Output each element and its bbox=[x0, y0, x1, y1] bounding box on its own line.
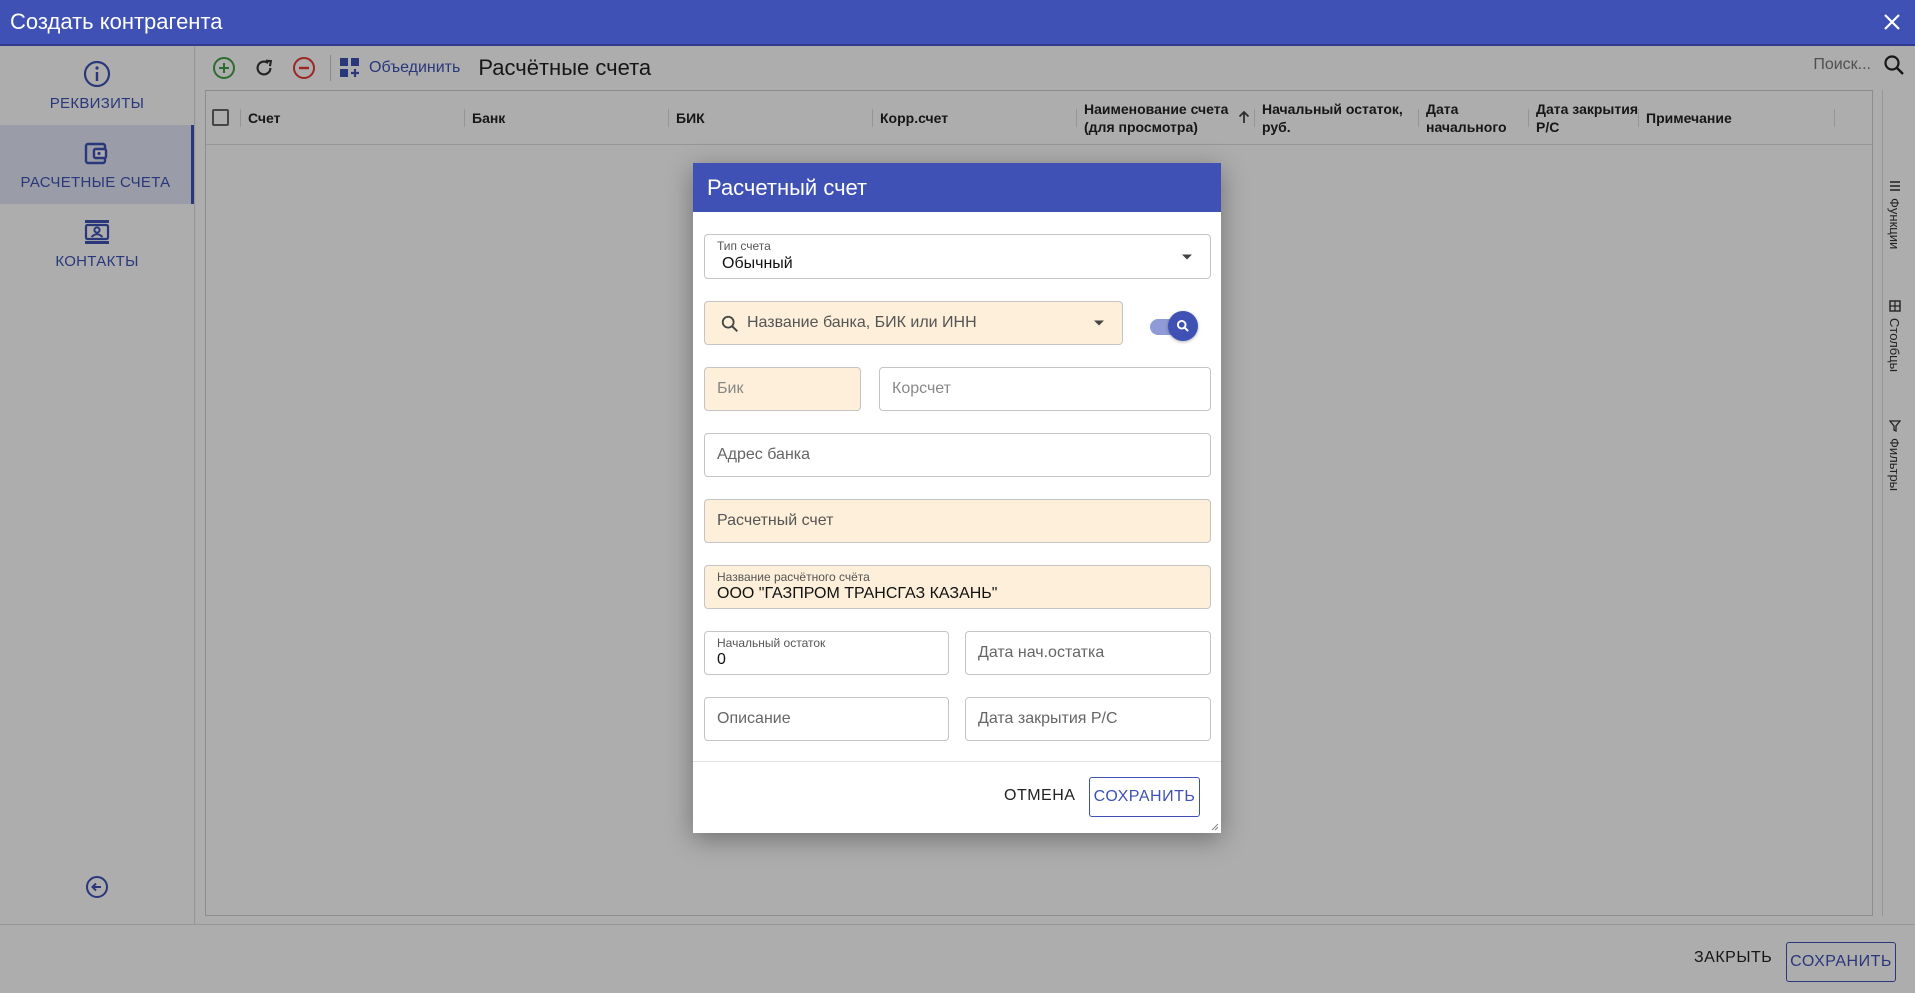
account-number-placeholder: Расчетный счет bbox=[717, 512, 834, 529]
chevron-down-icon bbox=[1094, 320, 1104, 326]
dialog-cancel-button[interactable]: ОТМЕНА bbox=[1004, 787, 1075, 805]
bank-search-placeholder: Название банка, БИК или ИНН bbox=[747, 314, 977, 331]
account-type-select[interactable]: Тип счета Обычный bbox=[704, 234, 1211, 279]
account-name-field[interactable]: Название расчётного счёта ООО "ГАЗПРОМ Т… bbox=[704, 565, 1211, 609]
field-label: Тип счета bbox=[717, 239, 771, 253]
window-title: Создать контрагента bbox=[10, 9, 223, 34]
opening-balance-field[interactable]: Начальный остаток 0 bbox=[704, 631, 949, 675]
description-field[interactable]: Описание bbox=[704, 697, 949, 741]
bik-field[interactable]: Бик bbox=[704, 367, 861, 411]
bank-search-combobox[interactable]: Название банка, БИК или ИНН bbox=[704, 301, 1123, 345]
close-icon bbox=[1884, 14, 1900, 30]
close-date-field[interactable]: Дата закрытия Р/С bbox=[965, 697, 1211, 741]
corr-placeholder: Корсчет bbox=[892, 380, 951, 397]
field-value: ООО "ГАЗПРОМ ТРАНСГАЗ КАЗАНЬ" bbox=[717, 585, 998, 602]
bank-search-toggle[interactable] bbox=[1148, 311, 1198, 341]
bank-address-placeholder: Адрес банка bbox=[717, 446, 811, 463]
resize-handle-icon[interactable] bbox=[1209, 821, 1219, 831]
close-date-placeholder: Дата закрытия Р/С bbox=[978, 710, 1118, 727]
bank-address-field[interactable]: Адрес банка bbox=[704, 433, 1211, 477]
field-label: Название расчётного счёта bbox=[717, 570, 870, 584]
dialog-save-button[interactable]: СОХРАНИТЬ bbox=[1089, 777, 1200, 817]
balance-date-placeholder: Дата нач.остатка bbox=[978, 644, 1105, 661]
search-icon bbox=[721, 315, 738, 332]
window-titlebar: Создать контрагента bbox=[0, 0, 1915, 46]
bik-placeholder: Бик bbox=[717, 380, 744, 397]
field-value: Обычный bbox=[722, 255, 793, 272]
field-label: Начальный остаток bbox=[717, 636, 826, 650]
corr-account-field[interactable]: Корсчет bbox=[879, 367, 1211, 411]
close-window-button[interactable] bbox=[1869, 0, 1915, 45]
account-dialog: Расчетный счет Тип счета Обычный Названи… bbox=[693, 163, 1221, 833]
dialog-title: Расчетный счет bbox=[693, 163, 1221, 212]
chevron-down-icon bbox=[1182, 254, 1192, 259]
dialog-divider bbox=[693, 761, 1221, 762]
toggle-knob bbox=[1168, 311, 1198, 341]
description-placeholder: Описание bbox=[717, 710, 791, 727]
search-icon bbox=[1176, 319, 1189, 332]
account-number-field[interactable]: Расчетный счет bbox=[704, 499, 1211, 543]
balance-date-field[interactable]: Дата нач.остатка bbox=[965, 631, 1211, 675]
field-value: 0 bbox=[717, 651, 726, 668]
